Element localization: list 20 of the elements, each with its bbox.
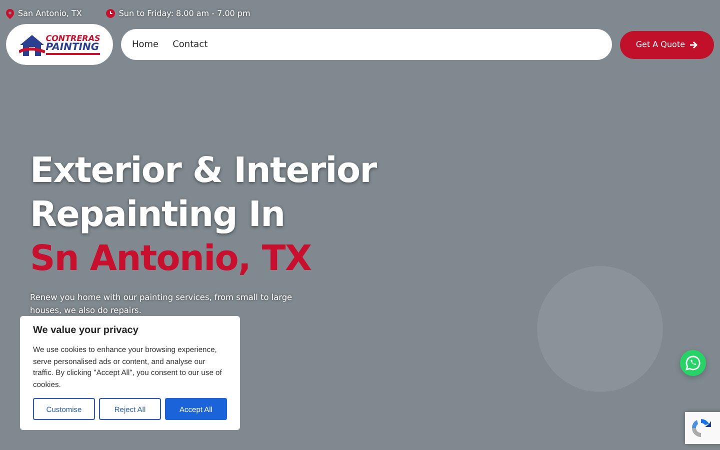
logo-text: PAINTING — [46, 42, 100, 54]
logo-text: CONTRERAS — [46, 34, 100, 42]
arrow-right-icon — [690, 40, 698, 48]
hero-title: Repainting In — [30, 194, 286, 237]
hero-title: Exterior & Interior — [30, 150, 378, 193]
cookie-title: We value your privacy — [33, 325, 140, 336]
location-text: San Antonio, TX — [18, 9, 82, 18]
nav-link[interactable]: Contact — [172, 40, 208, 50]
get-quote-button[interactable]: Get A Quote — [620, 30, 714, 58]
clock-icon — [106, 9, 115, 18]
whatsapp-button[interactable] — [680, 350, 706, 376]
house-icon — [18, 32, 45, 56]
logo[interactable]: CONTRERAS PAINTING — [6, 24, 113, 65]
recaptcha-icon — [690, 417, 712, 439]
hero-description: Renew you home with our painting services, from small to large houses, we also do repairs. — [30, 291, 294, 317]
location-pin-icon — [6, 8, 14, 18]
hero-title: Sn Antonio, TX — [30, 238, 312, 281]
nav-link[interactable]: Home — [132, 40, 159, 50]
opening-hours: Sun to Friday: 8.00 am - 7.00 pm — [118, 9, 250, 18]
chat-phone-icon — [685, 355, 701, 371]
